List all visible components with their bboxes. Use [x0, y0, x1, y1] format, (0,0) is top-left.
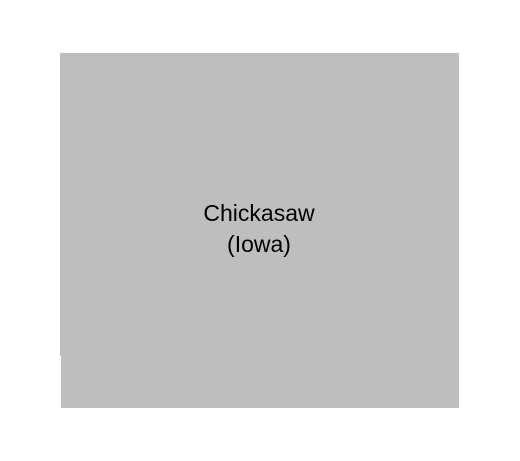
county-name: Chickasaw	[203, 200, 315, 226]
state-name: (Iowa)	[227, 231, 291, 257]
county-map: Chickasaw (Iowa)	[0, 0, 520, 461]
county-label: Chickasaw (Iowa)	[60, 198, 458, 260]
